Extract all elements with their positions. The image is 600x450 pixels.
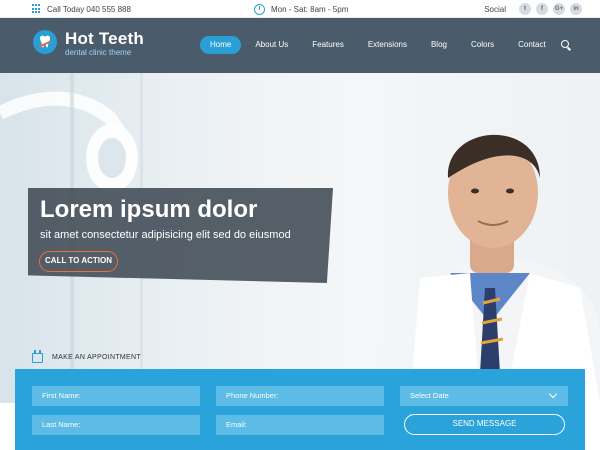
nav-extensions[interactable]: Extensions <box>358 36 417 54</box>
search-icon[interactable] <box>561 40 569 48</box>
nav-blog[interactable]: Blog <box>421 36 457 54</box>
nav-colors[interactable]: Colors <box>461 36 504 54</box>
last-name-field[interactable]: Last Name: <box>32 415 200 435</box>
facebook-icon[interactable]: f <box>536 3 548 15</box>
hero-subline: sit amet consectetur adipisicing elit se… <box>40 229 291 241</box>
phone-number-field[interactable]: Phone Number: <box>216 386 384 406</box>
clock-icon <box>254 4 265 15</box>
hero-headline: Lorem ipsum dolor <box>40 196 258 223</box>
nav-home[interactable]: Home <box>200 36 242 54</box>
tooth-logo-icon[interactable] <box>33 30 57 54</box>
email-field[interactable]: Email: <box>216 415 384 435</box>
twitter-icon[interactable]: t <box>519 3 531 15</box>
chevron-down-icon <box>548 389 558 399</box>
phone-info: Call Today 040 555 888 <box>32 4 131 14</box>
main-nav: Home About Us Features Extensions Blog C… <box>200 36 560 54</box>
first-name-field[interactable]: First Name: <box>32 386 200 406</box>
call-to-action-button[interactable]: CALL TO ACTION <box>39 251 118 272</box>
calendar-icon <box>32 350 43 363</box>
send-message-button[interactable]: SEND MESSAGE <box>404 414 565 435</box>
nav-features[interactable]: Features <box>302 36 354 54</box>
phone-text: Call Today 040 555 888 <box>47 4 131 14</box>
nav-contact[interactable]: Contact <box>508 36 556 54</box>
brand-title[interactable]: Hot Teeth <box>65 29 144 49</box>
hours-text: Mon - Sat: 8am - 5pm <box>271 5 349 14</box>
social-links: Social t f G+ in <box>484 3 582 15</box>
linkedin-icon[interactable]: in <box>570 3 582 15</box>
phone-icon <box>32 4 41 14</box>
appointment-label: MAKE AN APPOINTMENT <box>52 354 141 361</box>
top-bar: Call Today 040 555 888 Mon - Sat: 8am - … <box>0 0 600 18</box>
select-date-label: Select Date <box>410 391 449 400</box>
hours-info: Mon - Sat: 8am - 5pm <box>254 4 348 15</box>
appointment-form <box>15 369 585 450</box>
social-label: Social <box>484 4 506 14</box>
select-date-dropdown[interactable]: Select Date <box>400 386 568 406</box>
google-plus-icon[interactable]: G+ <box>553 3 565 15</box>
brand-tagline: dental clinic theme <box>65 48 132 57</box>
nav-about-us[interactable]: About Us <box>245 36 298 54</box>
